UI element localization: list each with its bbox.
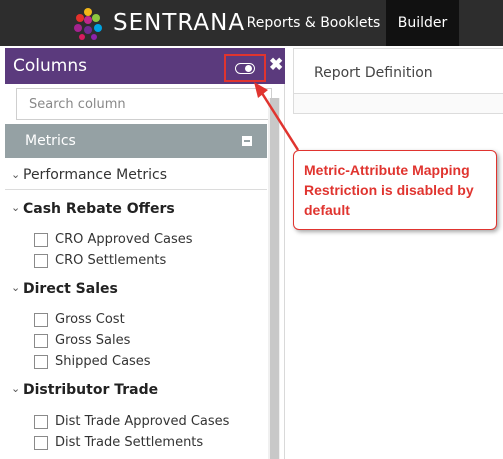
item-label: CRO Approved Cases <box>55 232 193 247</box>
chevron-down-icon[interactable]: ⌄ <box>11 281 20 294</box>
checkbox[interactable] <box>34 355 48 369</box>
checkbox[interactable] <box>34 415 48 429</box>
toggle-highlight-box <box>224 54 266 82</box>
report-definition-title: Report Definition <box>314 65 433 81</box>
checkbox[interactable] <box>34 233 48 247</box>
metrics-section-header[interactable]: Metrics <box>5 124 267 158</box>
checkbox[interactable] <box>34 313 48 327</box>
sentrana-logo-icon <box>74 8 102 40</box>
columns-panel-title: Columns <box>13 56 87 76</box>
annotation-callout: Metric-Attribute Mapping Restriction is … <box>293 150 497 230</box>
checkbox[interactable] <box>34 254 48 268</box>
close-icon[interactable]: ✖ <box>269 55 283 75</box>
columns-panel: Columns ✖ Metrics ⌄ Performance Metrics … <box>5 48 285 459</box>
search-column-input[interactable] <box>16 88 272 120</box>
item-label: Shipped Cases <box>55 354 151 369</box>
group-distributor-trade: ⌄ Distributor Trade Dist Trade Approved … <box>5 379 267 459</box>
group-label[interactable]: Direct Sales <box>23 281 118 297</box>
nav-builder[interactable]: Builder <box>386 0 459 46</box>
chevron-down-icon: ⌄ <box>11 169 21 181</box>
annotation-arrow-icon <box>254 82 300 151</box>
report-definition-header: Report Definition <box>293 48 503 94</box>
report-definition-toolbar <box>293 94 503 114</box>
metrics-section-label: Metrics <box>25 133 76 149</box>
item-label: Gross Sales <box>55 333 131 348</box>
toggle-knob <box>245 65 252 72</box>
callout-text: Metric-Attribute Mapping Restriction is … <box>304 162 474 218</box>
brand-name: SENTRANA <box>113 10 246 36</box>
group-direct-sales: ⌄ Direct Sales Gross Cost Gross Sales Sh… <box>5 278 267 373</box>
chevron-down-icon[interactable]: ⌄ <box>11 382 20 395</box>
checkbox[interactable] <box>34 334 48 348</box>
item-label: Dist Trade Settlements <box>55 435 204 450</box>
group-label[interactable]: Cash Rebate Offers <box>23 201 175 217</box>
item-label: CRO Settlements <box>55 253 167 268</box>
nav-reports-booklets[interactable]: Reports & Booklets <box>241 0 386 46</box>
columns-panel-header: Columns ✖ <box>5 48 285 84</box>
group-performance-metrics[interactable]: ⌄ Performance Metrics <box>5 158 267 190</box>
item-label: Gross Cost <box>55 312 125 327</box>
group-label: Performance Metrics <box>23 167 167 183</box>
mapping-restriction-toggle[interactable] <box>235 63 255 74</box>
group-label[interactable]: Distributor Trade <box>23 382 158 398</box>
group-cash-rebate-offers: ⌄ Cash Rebate Offers CRO Approved Cases … <box>5 198 267 270</box>
chevron-down-icon[interactable]: ⌄ <box>11 201 20 214</box>
top-navigation-bar: SENTRANA Reports & Booklets Builder <box>0 0 503 46</box>
item-label: Dist Trade Approved Cases <box>55 414 230 429</box>
checkbox[interactable] <box>34 436 48 450</box>
